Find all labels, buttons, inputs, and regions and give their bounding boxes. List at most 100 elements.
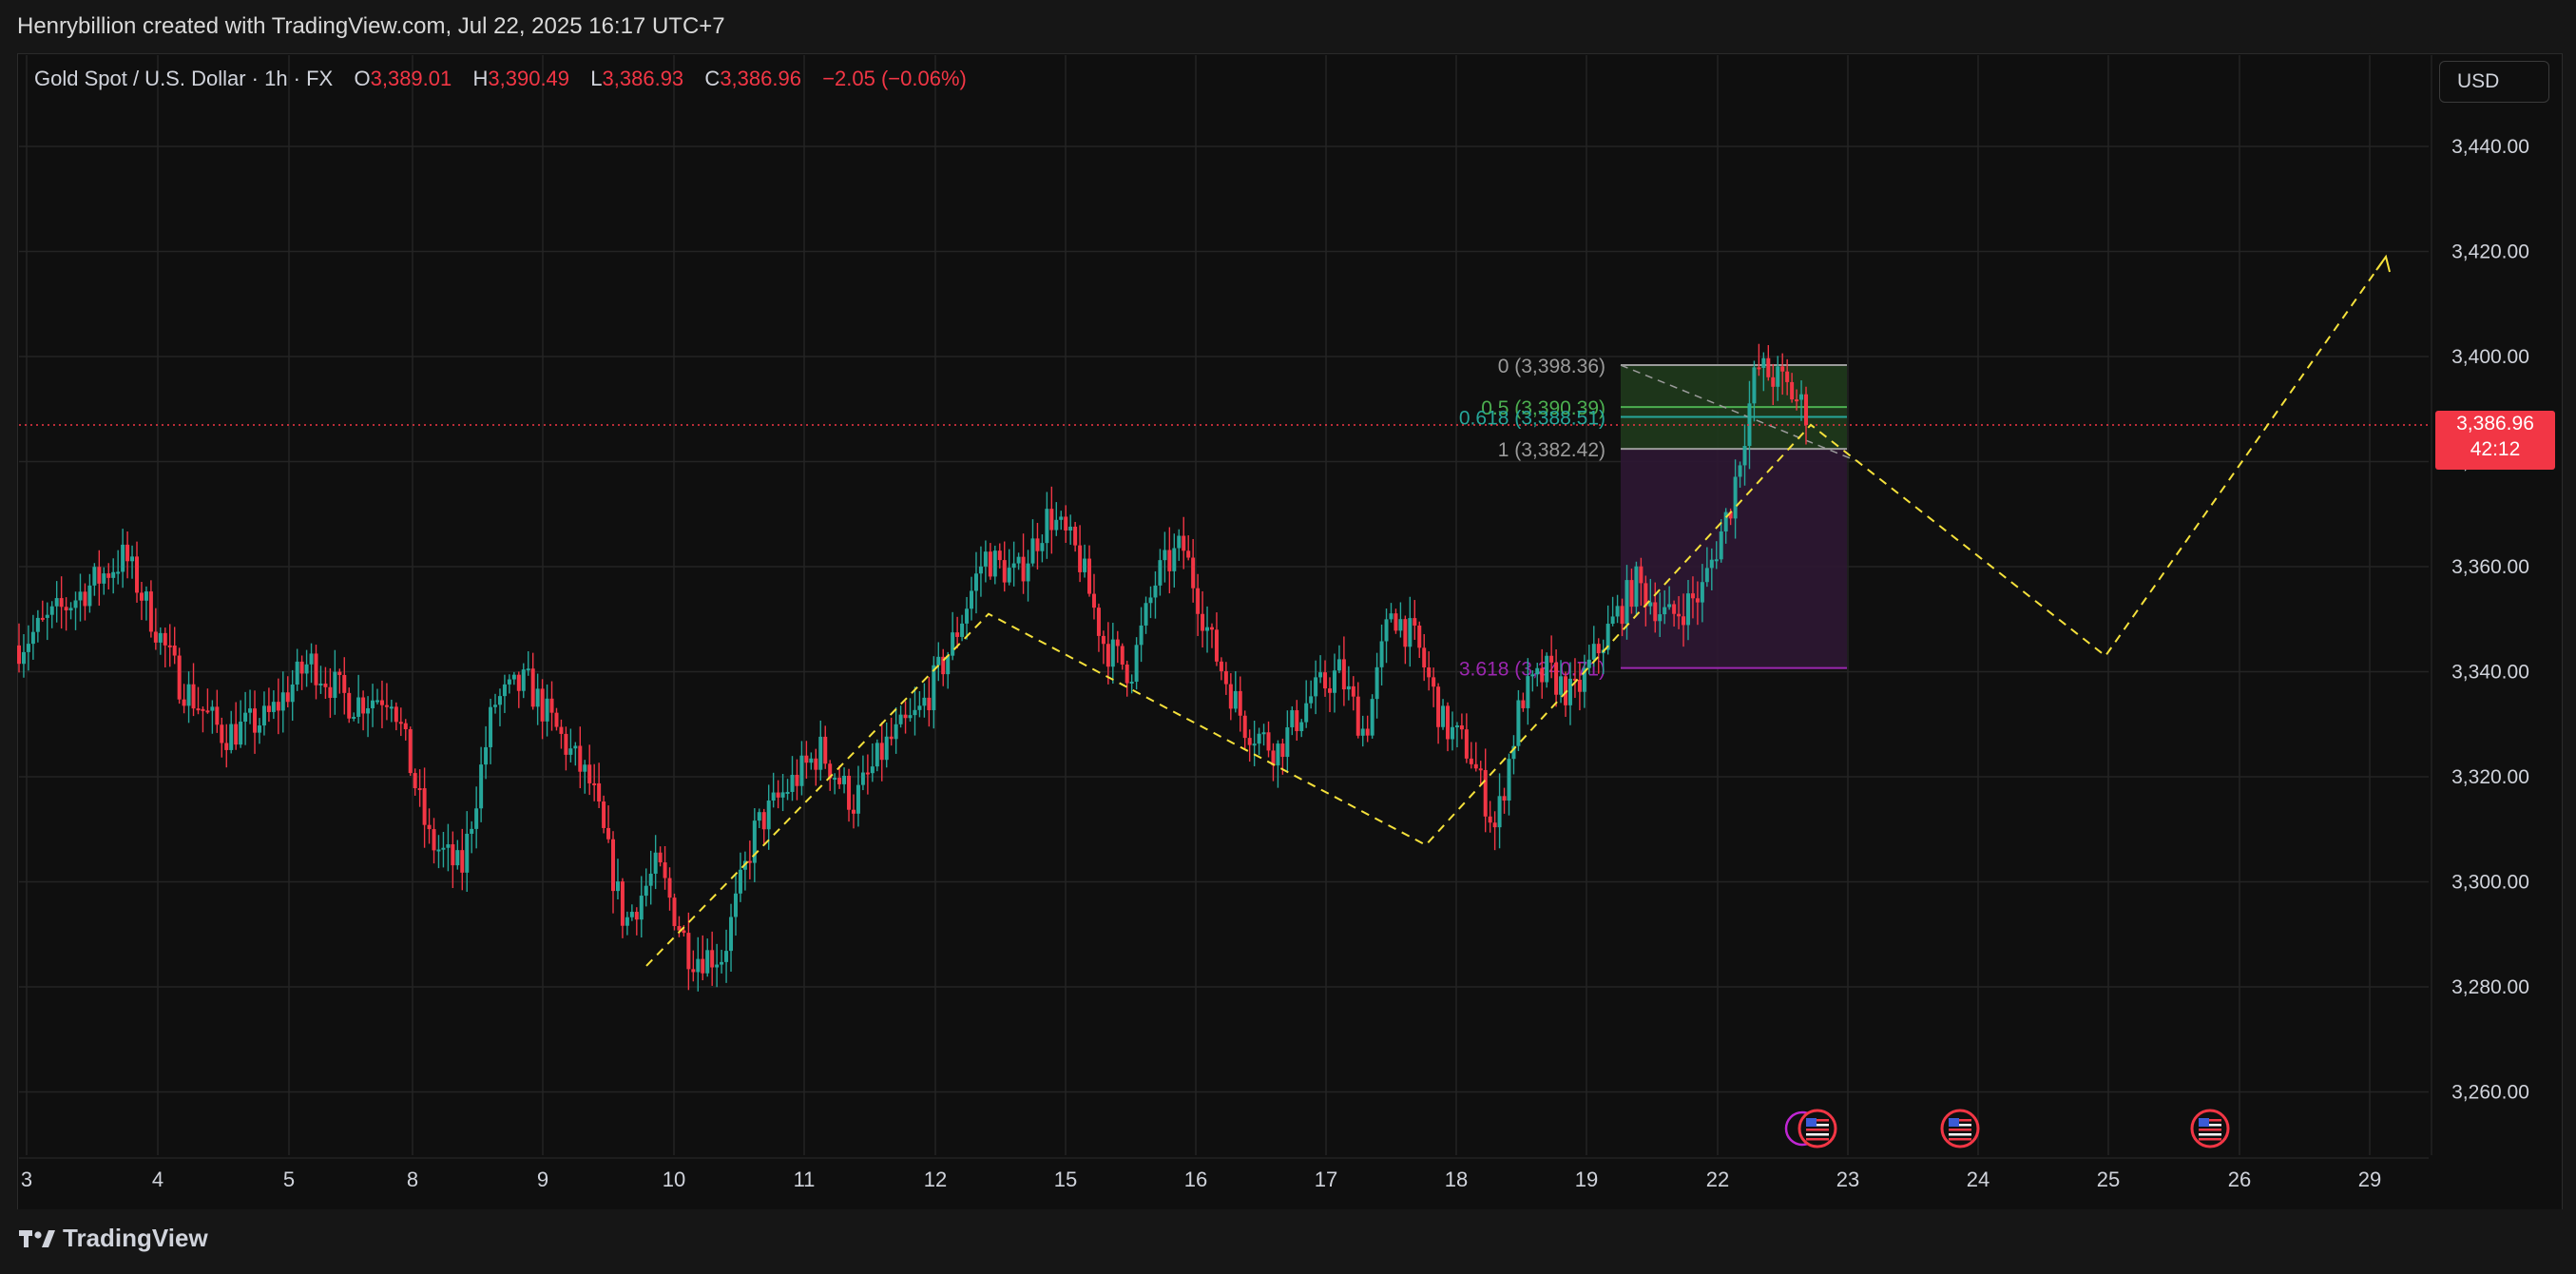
open-value: 3,389.01 bbox=[370, 67, 452, 90]
candle-body bbox=[701, 958, 705, 974]
candle-body bbox=[1413, 618, 1417, 626]
candle-body bbox=[1314, 677, 1318, 697]
candle-body bbox=[535, 688, 540, 707]
candle-body bbox=[1634, 566, 1639, 608]
candle-body bbox=[1238, 690, 1242, 716]
candle-body bbox=[564, 733, 568, 755]
y-axis-tick-label: 3,280.00 bbox=[2451, 976, 2529, 998]
candle-body bbox=[1497, 796, 1502, 828]
candle-body bbox=[1567, 678, 1572, 705]
candle-body bbox=[1346, 685, 1351, 690]
candle-body bbox=[1304, 703, 1309, 723]
candle-body bbox=[1186, 550, 1191, 558]
high-label: H bbox=[472, 67, 489, 90]
symbol-legend[interactable]: Gold Spot / U.S. Dollar · 1h · FX O3,389… bbox=[34, 67, 967, 91]
candle-body bbox=[1365, 728, 1370, 736]
candle-body bbox=[799, 755, 804, 786]
candle-body bbox=[215, 706, 220, 725]
candle-body bbox=[361, 697, 366, 714]
low-value: 3,386.93 bbox=[602, 67, 684, 90]
candle-body bbox=[1266, 732, 1271, 751]
candle-body bbox=[167, 645, 172, 647]
low-label: L bbox=[590, 67, 603, 90]
candle-body bbox=[1586, 659, 1591, 668]
x-axis-tick-label: 26 bbox=[2228, 1168, 2251, 1191]
candle-body bbox=[833, 778, 837, 781]
candle-body bbox=[1540, 667, 1545, 683]
last-price-tag: 3,386.96 42:12 bbox=[2435, 411, 2555, 470]
candle-body bbox=[1144, 603, 1148, 626]
candle-body bbox=[1125, 664, 1129, 684]
candle-body bbox=[243, 712, 248, 722]
x-axis-tick-label: 9 bbox=[537, 1168, 548, 1191]
candle-body bbox=[1757, 367, 1761, 370]
candle-body bbox=[554, 712, 559, 727]
candle-body bbox=[318, 683, 323, 685]
candle-body bbox=[1101, 635, 1105, 645]
y-axis-tick-label: 3,360.00 bbox=[2451, 556, 2529, 578]
symbol-name[interactable]: Gold Spot / U.S. Dollar · 1h · FX bbox=[34, 67, 333, 90]
x-axis-tick-label: 23 bbox=[1836, 1168, 1859, 1191]
candle-body bbox=[597, 782, 602, 802]
candle-body bbox=[121, 544, 125, 572]
candle-body bbox=[1351, 685, 1355, 697]
candle-body bbox=[526, 668, 530, 671]
candle-body bbox=[1403, 619, 1408, 647]
candle-body bbox=[1483, 769, 1488, 817]
candle-body bbox=[879, 743, 884, 761]
candle-body bbox=[106, 573, 111, 578]
candle-body bbox=[757, 812, 761, 821]
candle-body bbox=[1261, 732, 1266, 735]
candle-body bbox=[1295, 710, 1299, 732]
candle-body bbox=[545, 698, 549, 722]
event-markers bbox=[1784, 1109, 2230, 1149]
tradingview-brand[interactable]: TradingView bbox=[19, 1224, 208, 1253]
y-axis-tick-label: 3,320.00 bbox=[2451, 766, 2529, 788]
candle-body bbox=[992, 550, 997, 577]
candle-body bbox=[1695, 598, 1700, 603]
x-axis-tick-label: 3 bbox=[21, 1168, 32, 1191]
tradingview-logo-icon bbox=[19, 1229, 55, 1247]
candle-body bbox=[776, 792, 780, 798]
candle-body bbox=[747, 860, 752, 863]
candle-body bbox=[1158, 560, 1163, 586]
candle-body bbox=[285, 692, 290, 703]
candle-body bbox=[1464, 729, 1469, 759]
candle-body bbox=[1030, 538, 1035, 564]
candle-body bbox=[913, 709, 917, 716]
candle-body bbox=[884, 736, 889, 761]
candle-body bbox=[1478, 768, 1483, 771]
candle-body bbox=[898, 714, 903, 724]
candle-body bbox=[540, 688, 545, 722]
candle-body bbox=[384, 705, 389, 707]
open-label: O bbox=[354, 67, 371, 90]
candle-body bbox=[658, 852, 663, 863]
chart-canvas[interactable]: 3,260.00 3,280.00 3,300.00 3,320.00 3,340.00… bbox=[0, 0, 2576, 1274]
candle-body bbox=[715, 964, 720, 968]
candle-body bbox=[17, 645, 21, 665]
candle-body bbox=[965, 608, 970, 624]
flag-canton bbox=[1806, 1118, 1817, 1127]
candle-body bbox=[970, 590, 974, 609]
candle-body bbox=[1469, 758, 1473, 764]
candle-body bbox=[733, 893, 738, 917]
candle-body bbox=[1276, 743, 1280, 766]
candle-body bbox=[342, 674, 347, 693]
candle-body bbox=[1087, 558, 1092, 594]
candle-body bbox=[766, 801, 771, 830]
candle-body bbox=[1257, 733, 1261, 744]
candle-body bbox=[1516, 700, 1521, 746]
candle-body bbox=[502, 684, 507, 697]
candle-body bbox=[625, 917, 629, 926]
bar-countdown: 42:12 bbox=[2470, 438, 2521, 460]
candle-body bbox=[1336, 659, 1341, 671]
candle-body bbox=[1790, 381, 1795, 400]
candle-body bbox=[304, 664, 309, 674]
candle-body bbox=[460, 850, 465, 873]
candle-body bbox=[78, 591, 83, 601]
currency-button[interactable]: USD bbox=[2439, 61, 2549, 103]
candle-body bbox=[1804, 394, 1808, 426]
candle-body bbox=[1446, 705, 1451, 740]
candle-body bbox=[1648, 602, 1653, 607]
candle-body bbox=[894, 724, 898, 740]
